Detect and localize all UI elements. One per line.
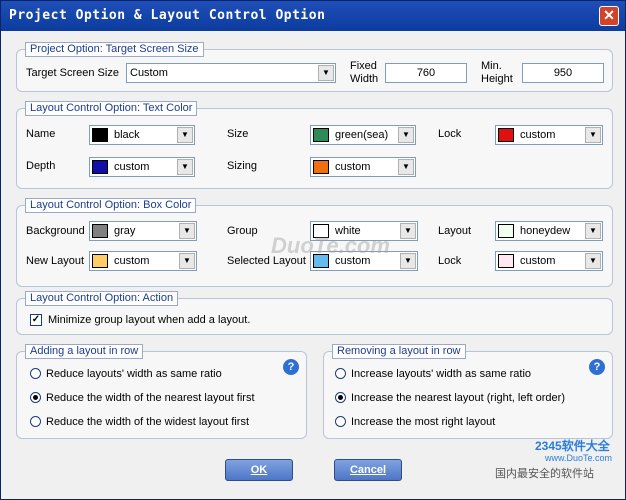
removing-help-icon[interactable]: ? (589, 359, 605, 375)
chevron-down-icon: ▼ (585, 223, 601, 239)
target-screen-size-select[interactable]: Custom ▼ (126, 63, 336, 83)
group-color-label: Group (227, 225, 258, 237)
dialog-window: Project Option & Layout Control Option ✕… (0, 0, 626, 500)
corner-watermark: 2345软件大全 www.DuoTe.com 国内最安全的软件站 (491, 433, 625, 483)
color-swatch (313, 128, 329, 142)
chevron-down-icon: ▼ (318, 65, 334, 81)
fixed-width-label-line2: Width (350, 73, 379, 85)
chevron-down-icon: ▼ (177, 127, 193, 143)
min-height-label-line1: Min. (481, 60, 502, 72)
title-bar[interactable]: Project Option & Layout Control Option ✕ (1, 1, 625, 31)
lock-box-color-label: Lock (438, 255, 462, 267)
removing-option-label-1: Increase layouts' width as same ratio (351, 368, 532, 380)
minimize-group-label: Minimize group layout when add a layout. (48, 314, 251, 326)
removing-option-label-2: Increase the nearest layout (right, left… (351, 392, 565, 404)
removing-option-label-3: Increase the most right layout (351, 416, 496, 428)
window-title: Project Option & Layout Control Option (9, 8, 326, 23)
color-swatch (92, 160, 108, 174)
chevron-down-icon: ▼ (585, 253, 601, 269)
sizing-color-select[interactable]: custom ▼ (310, 157, 416, 177)
color-swatch (498, 128, 514, 142)
sizing-color-value: custom (335, 161, 371, 173)
name-color-label: Name (26, 128, 56, 140)
layout-color-label: Layout (438, 225, 472, 237)
center-watermark: DuoTe.com (271, 233, 390, 258)
adding-option-label-2: Reduce the width of the nearest layout f… (46, 392, 255, 404)
lock-box-color-select[interactable]: custom ▼ (495, 251, 603, 271)
watermark-slogan: 国内最安全的软件站 (495, 468, 594, 480)
background-color-label: Background (26, 225, 85, 237)
close-button[interactable]: ✕ (599, 6, 619, 26)
min-height-input[interactable]: 950 (522, 63, 604, 83)
cancel-button[interactable]: Cancel (334, 459, 402, 481)
layout-color-select[interactable]: honeydew ▼ (495, 221, 603, 241)
lock-text-color-label: Lock (438, 128, 462, 140)
watermark-brand: 2345软件大全 (535, 439, 610, 453)
chevron-down-icon: ▼ (400, 223, 416, 239)
action-legend: Layout Control Option: Action (25, 291, 179, 306)
adding-option-radio-2[interactable] (30, 392, 41, 403)
size-color-select[interactable]: green(sea) ▼ (310, 125, 416, 145)
adding-option-radio-1[interactable] (30, 368, 41, 379)
chevron-down-icon: ▼ (179, 223, 195, 239)
minimize-group-checkbox[interactable]: ✓ (30, 314, 42, 326)
layout-color-value: honeydew (520, 225, 571, 237)
adding-option-radio-3[interactable] (30, 416, 41, 427)
lock-box-color-value: custom (520, 255, 556, 267)
name-color-select[interactable]: black ▼ (89, 125, 195, 145)
color-swatch (498, 254, 514, 268)
removing-option-radio-1[interactable] (335, 368, 346, 379)
color-swatch (92, 128, 108, 142)
size-color-value: green(sea) (335, 129, 389, 141)
adding-help-icon[interactable]: ? (283, 359, 299, 375)
removing-layout-legend: Removing a layout in row (332, 344, 466, 359)
min-height-label-line2: Height (481, 73, 513, 85)
depth-color-select[interactable]: custom ▼ (89, 157, 195, 177)
fixed-width-input[interactable]: 760 (385, 63, 467, 83)
color-swatch (498, 224, 514, 238)
watermark-site: www.DuoTe.com (545, 453, 613, 463)
name-color-value: black (114, 129, 140, 141)
depth-color-value: custom (114, 161, 150, 173)
chevron-down-icon: ▼ (177, 159, 193, 175)
new-layout-color-label: New Layout (26, 255, 85, 267)
new-layout-color-value: custom (114, 255, 150, 267)
fixed-width-label-line1: Fixed (350, 60, 377, 72)
background-color-select[interactable]: gray ▼ (89, 221, 197, 241)
adding-layout-legend: Adding a layout in row (25, 344, 144, 359)
adding-option-label-1: Reduce layouts' width as same ratio (46, 368, 222, 380)
new-layout-color-select[interactable]: custom ▼ (89, 251, 197, 271)
color-swatch (313, 160, 329, 174)
background-color-value: gray (114, 225, 136, 237)
removing-option-radio-3[interactable] (335, 416, 346, 427)
color-swatch (92, 224, 108, 238)
chevron-down-icon: ▼ (398, 159, 414, 175)
lock-text-color-select[interactable]: custom ▼ (495, 125, 603, 145)
adding-option-label-3: Reduce the width of the widest layout fi… (46, 416, 249, 428)
chevron-down-icon: ▼ (398, 127, 414, 143)
chevron-down-icon: ▼ (179, 253, 195, 269)
lock-text-color-value: custom (520, 129, 556, 141)
text-color-legend: Layout Control Option: Text Color (25, 101, 198, 116)
chevron-down-icon: ▼ (400, 253, 416, 269)
depth-color-label: Depth (26, 160, 56, 172)
size-color-label: Size (227, 128, 249, 140)
target-screen-size-label: Target Screen Size (26, 67, 119, 79)
chevron-down-icon: ▼ (585, 127, 601, 143)
project-option-legend: Project Option: Target Screen Size (25, 42, 204, 57)
box-color-legend: Layout Control Option: Box Color (25, 198, 197, 213)
target-screen-size-value: Custom (130, 67, 168, 79)
color-swatch (92, 254, 108, 268)
ok-button[interactable]: OK (225, 459, 293, 481)
removing-option-radio-2[interactable] (335, 392, 346, 403)
sizing-color-label: Sizing (227, 160, 257, 172)
